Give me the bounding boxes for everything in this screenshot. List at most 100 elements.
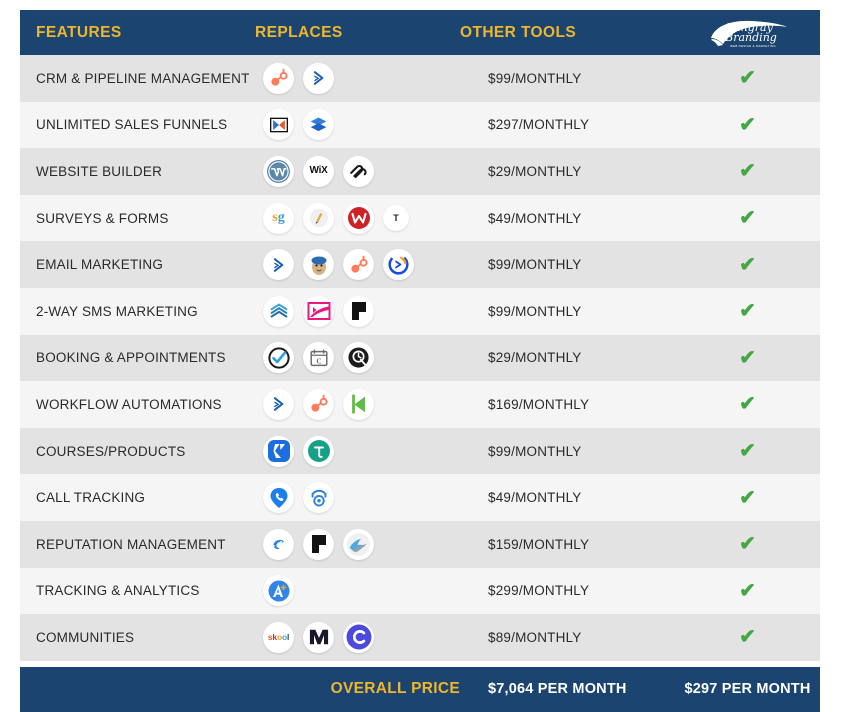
other-tools-price: $99/MONTHLY	[488, 303, 582, 319]
other-tools-price: $299/MONTHLY	[488, 583, 590, 599]
other-tools-price: $169/MONTHLY	[488, 396, 590, 412]
feature-label: CALL TRACKING	[36, 490, 146, 506]
our-price-total: $297 PER MONTH	[684, 681, 811, 698]
squarespace-icon	[343, 155, 374, 187]
column-header-other-tools: OTHER TOOLS	[460, 23, 577, 41]
typeform-icon: T	[383, 205, 409, 232]
replaces-icons: C	[255, 342, 460, 374]
included-check-cell: ✔	[675, 534, 820, 554]
replaces-icons	[255, 109, 460, 141]
other-tools-total: $7,064 PER MONTH	[488, 681, 627, 698]
replaces-icons	[255, 388, 460, 420]
setmore-icon	[343, 342, 374, 374]
included-check-cell: ✔	[675, 115, 820, 135]
feature-label: UNLIMITED SALES FUNNELS	[36, 117, 228, 133]
check-icon: ✔	[739, 253, 756, 276]
google-analytics-icon	[263, 575, 294, 607]
other-tools-price: $89/MONTHLY	[488, 629, 582, 645]
pipedrive-icon	[263, 249, 294, 281]
table-body: CRM & PIPELINE MANAGEMENT $99/MONTHLY ✔ …	[20, 55, 820, 661]
feature-label: COMMUNITIES	[36, 629, 135, 645]
brand-logo-cell: Stingray Branding WEB DESIGN & MARKETING	[675, 16, 820, 50]
table-row: WORKFLOW AUTOMATIONS $169/MONTHLY ✔	[20, 381, 820, 428]
other-tools-price: $29/MONTHLY	[488, 350, 582, 366]
check-icon: ✔	[739, 440, 756, 463]
other-tools-price: $99/MONTHLY	[488, 70, 582, 86]
included-check-cell: ✔	[675, 488, 820, 508]
wufoo-icon	[343, 202, 374, 234]
skool-icon: skool	[263, 621, 294, 653]
replaces-icons: WiX	[255, 155, 460, 187]
table-row: EMAIL MARKETING $99/MONTHLY ✔	[20, 241, 820, 288]
podium-icon	[303, 528, 334, 560]
included-check-cell: ✔	[675, 348, 820, 368]
table-row: CALL TRACKING $49/MONTHLY ✔	[20, 474, 820, 521]
replaces-icons	[255, 435, 460, 467]
other-tools-price: $99/MONTHLY	[488, 257, 582, 273]
table-row: TRACKING & ANALYTICS $299/MONTHLY ✔	[20, 567, 820, 615]
feature-label: EMAIL MARKETING	[36, 257, 164, 273]
included-check-cell: ✔	[675, 627, 820, 647]
simpletexting-icon	[263, 295, 294, 327]
table-row: SURVEYS & FORMS sg T $49/MONTHLY ✔	[20, 194, 820, 242]
included-check-cell: ✔	[675, 161, 820, 181]
pipedrive-icon	[263, 388, 294, 420]
mighty-networks-icon	[303, 621, 334, 653]
replaces-icons: sg T	[255, 202, 460, 234]
table-row: COURSES/PRODUCTS $99/MONTHLY ✔	[20, 427, 820, 475]
leadpages-icon	[303, 109, 334, 141]
table-row: 2-WAY SMS MARKETING $99/MONTHLY ✔	[20, 287, 820, 335]
replaces-icons	[255, 575, 460, 607]
check-icon: ✔	[739, 67, 756, 90]
hubspot-icon	[343, 249, 374, 281]
other-tools-price: $29/MONTHLY	[488, 163, 582, 179]
eztexting-icon	[303, 295, 334, 327]
other-tools-price: $159/MONTHLY	[488, 536, 590, 552]
table-row: COMMUNITIES skool $89/MONTHLY ✔	[20, 614, 820, 661]
reputation-icon	[343, 528, 374, 560]
check-icon: ✔	[739, 626, 756, 649]
circle-icon	[343, 621, 374, 653]
table-row: BOOKING & APPOINTMENTS C $29/MONTHLY ✔	[20, 334, 820, 382]
replaces-icons	[255, 62, 460, 94]
replaces-icons	[255, 249, 460, 281]
teachable-icon	[303, 435, 334, 467]
table-row: UNLIMITED SALES FUNNELS $297/MONTHLY ✔	[20, 101, 820, 149]
check-icon: ✔	[739, 113, 756, 136]
kajabi-icon	[263, 435, 294, 467]
activecampaign-icon	[383, 249, 414, 281]
table-row: CRM & PIPELINE MANAGEMENT $99/MONTHLY ✔	[20, 55, 820, 102]
included-check-cell: ✔	[675, 301, 820, 321]
wordpress-icon	[263, 155, 294, 187]
feature-label: REPUTATION MANAGEMENT	[36, 536, 226, 552]
check-icon: ✔	[739, 207, 756, 230]
included-check-cell: ✔	[675, 441, 820, 461]
podium-icon	[343, 295, 374, 327]
feature-label: SURVEYS & FORMS	[36, 210, 169, 226]
table-footer: OVERALL PRICE $7,064 PER MONTH $297 PER …	[20, 666, 820, 712]
feature-label: 2-WAY SMS MARKETING	[36, 303, 198, 319]
svg-text:C: C	[316, 356, 321, 365]
stingray-branding-logo-icon: Stingray Branding WEB DESIGN & MARKETING	[705, 16, 791, 50]
comparison-table: FEATURES REPLACES OTHER TOOLS Stingray B…	[20, 10, 820, 712]
table-row: REPUTATION MANAGEMENT $159/MONTHLY ✔	[20, 520, 820, 568]
other-tools-price: $49/MONTHLY	[488, 490, 582, 506]
replaces-icons	[255, 528, 460, 560]
other-tools-price: $49/MONTHLY	[488, 210, 582, 226]
included-check-cell: ✔	[675, 394, 820, 414]
wix-icon: WiX	[303, 155, 334, 187]
hubspot-icon	[263, 62, 294, 94]
surveygizmo-icon: sg	[263, 202, 294, 234]
included-check-cell: ✔	[675, 581, 820, 601]
callrail-icon	[263, 482, 294, 514]
pipedrive-icon	[303, 62, 334, 94]
calendly-icon	[263, 342, 294, 374]
overall-price-label: OVERALL PRICE	[330, 680, 460, 698]
feature-label: BOOKING & APPOINTMENTS	[36, 350, 226, 366]
jotform-icon	[303, 202, 334, 234]
replaces-icons	[255, 482, 460, 514]
included-check-cell: ✔	[675, 255, 820, 275]
birdeye-icon	[263, 528, 294, 560]
check-icon: ✔	[739, 486, 756, 509]
other-tools-price: $297/MONTHLY	[488, 117, 590, 133]
